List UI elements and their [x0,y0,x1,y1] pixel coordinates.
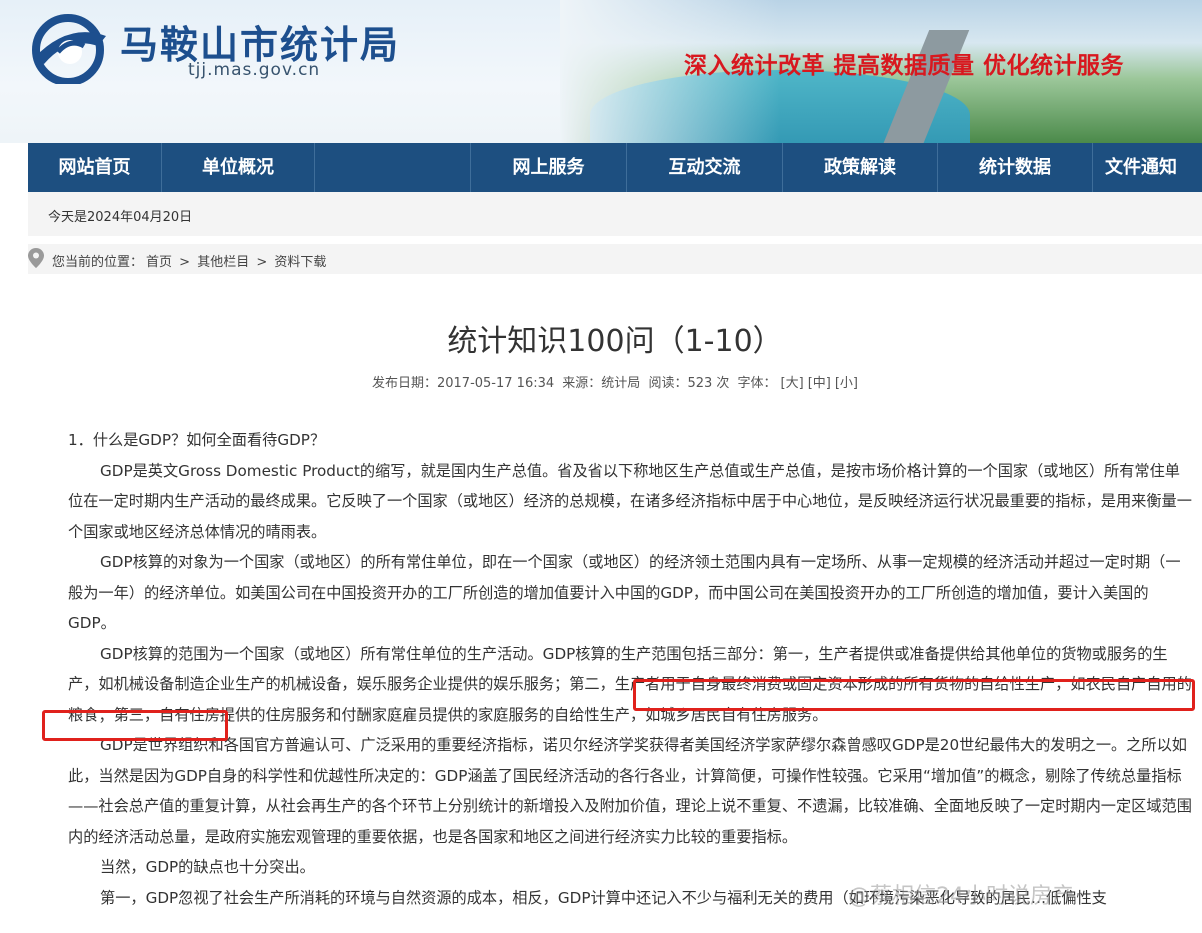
nav-item-overview[interactable]: 单位概况 [162,143,315,192]
watermark: @蔡相信24小时说房产 [848,884,1074,909]
nav-item-online-service[interactable]: 网上服务 [471,143,627,192]
highlight-box [42,710,228,741]
font-size-large-button[interactable]: [大] [781,376,804,391]
nav-item-blurred[interactable] [315,143,471,192]
site-slogan: 深入统计改革 提高数据质量 优化统计服务 [684,53,1125,79]
paragraph: GDP是英文Gross Domestic Product的缩写，就是国内生产总值… [68,461,1192,541]
breadcrumb: 您当前的位置： 首页 > 其他栏目 > 资料下载 [28,244,1202,274]
paragraph: GDP是世界组织和各国官方普遍认可、广泛采用的重要经济指标，诺贝尔经济学奖获得者… [68,736,1192,846]
article-meta: 发布日期：2017-05-17 16:34 来源：统计局 阅读：523 次 字体… [28,372,1202,391]
nav-item-interaction[interactable]: 互动交流 [627,143,783,192]
paragraph: GDP核算的对象为一个国家（或地区）的所有常住单位，即在一个国家（或地区）的经济… [68,553,1181,632]
location-pin-icon [28,248,44,268]
site-domain: tjj.mas.gov.cn [188,60,321,80]
breadcrumb-downloads[interactable]: 资料下载 [274,255,326,270]
article-body: 1．什么是GDP？如何全面看待GDP？ GDP是英文Gross Domestic… [68,425,1192,913]
question-heading: 1．什么是GDP？如何全面看待GDP？ [68,431,326,449]
read-count: 阅读：523 次 [648,376,730,391]
date-bar: 今天是2024年04月20日 [28,192,1202,236]
nav-item-statistics[interactable]: 统计数据 [938,143,1093,192]
current-date: 今天是2024年04月20日 [48,210,193,225]
highlight-box [633,679,1195,711]
breadcrumb-separator: > [179,255,191,270]
breadcrumb-prefix: 您当前的位置： [52,255,144,270]
article-title: 统计知识100问（1-10） [447,324,783,359]
site-logo-icon[interactable] [28,12,112,84]
breadcrumb-home[interactable]: 首页 [146,255,172,270]
font-size-small-button[interactable]: [小] [835,376,858,391]
font-size-medium-button[interactable]: [中] [808,376,831,391]
breadcrumb-separator: > [256,255,268,270]
header-banner: 马鞍山市统计局 tjj.mas.gov.cn 深入统计改革 提高数据质量 优化统… [0,0,1202,143]
publish-date: 发布日期：2017-05-17 16:34 [371,376,555,391]
font-size-label: 字体： [737,376,777,391]
main-nav: 网站首页 单位概况 网上服务 互动交流 政策解读 统计数据 文件通知 [28,143,1202,192]
nav-item-notices[interactable]: 文件通知 [1093,143,1202,192]
nav-item-home[interactable]: 网站首页 [28,143,162,192]
breadcrumb-other[interactable]: 其他栏目 [197,255,249,270]
source: 来源：统计局 [562,376,641,391]
nav-item-policy[interactable]: 政策解读 [783,143,938,192]
